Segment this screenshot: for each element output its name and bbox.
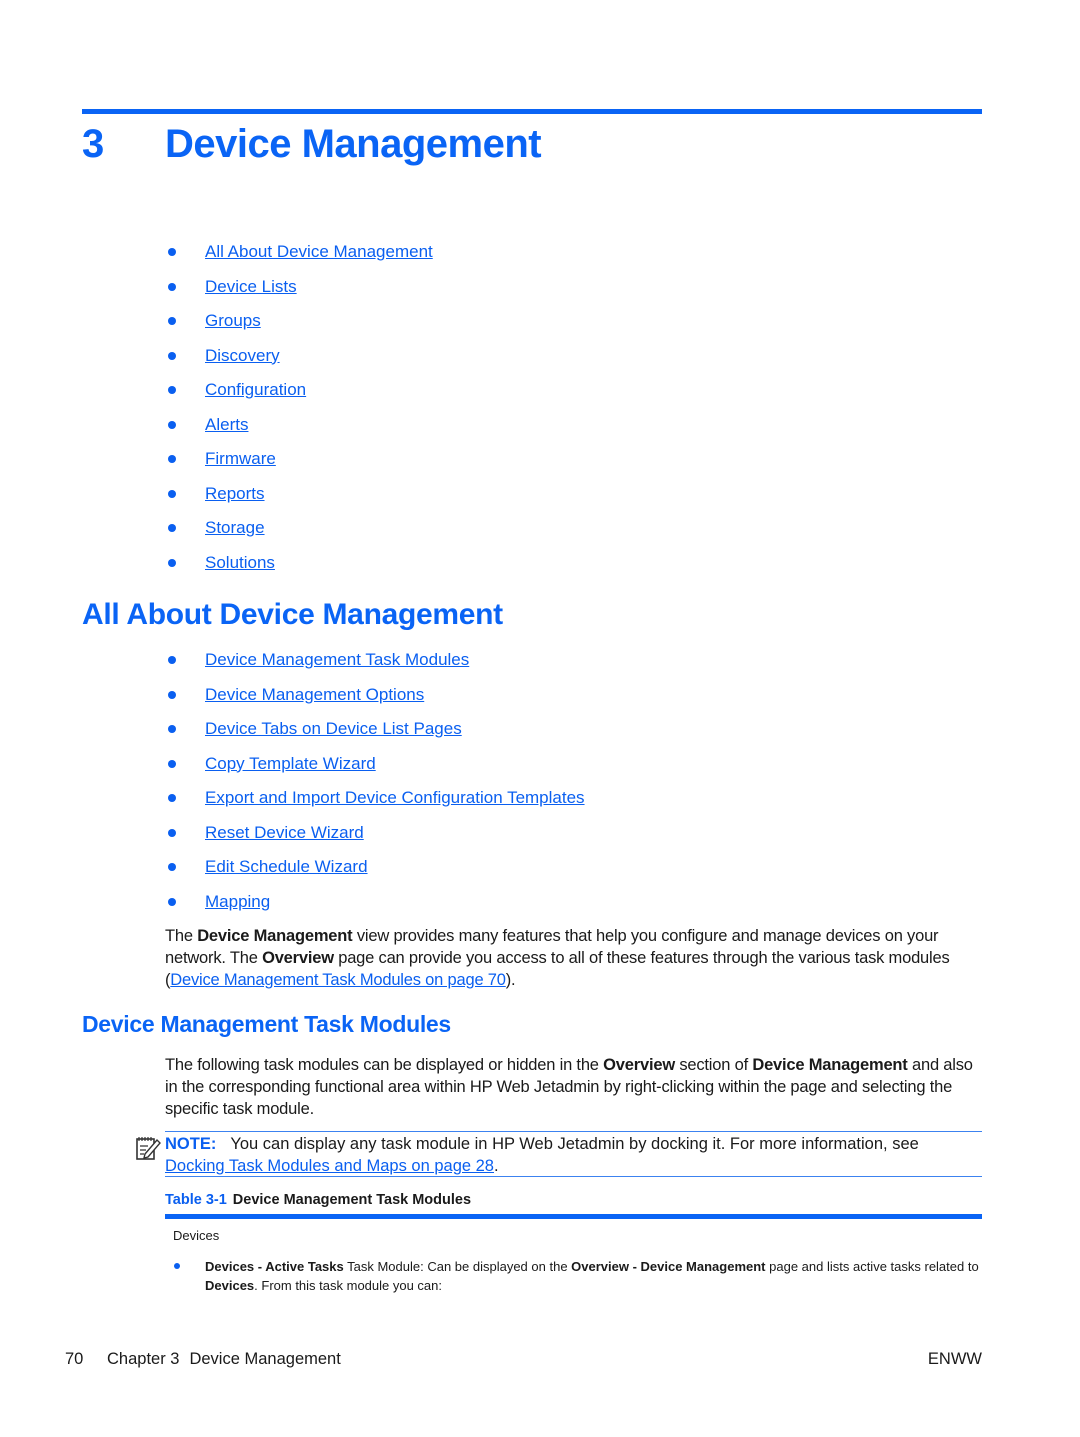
text: page and lists active tasks related to: [765, 1259, 979, 1274]
bullet-icon: [168, 282, 176, 291]
table-number: Table 3-1: [165, 1192, 227, 1208]
bold-term: Overview: [603, 1056, 675, 1074]
toc-item: Reports: [165, 484, 433, 519]
bold-term: Overview - Device Management: [571, 1259, 766, 1274]
table-header-rule: [165, 1214, 982, 1219]
bullet-icon: [168, 386, 176, 394]
bullet-icon: [168, 317, 176, 325]
toc-item: Configuration: [165, 380, 433, 415]
chapter-number: 3: [82, 122, 104, 166]
chapter-title: 3 Device Management: [82, 122, 542, 167]
table-caption: Table 3-1 Device Management Task Modules: [165, 1192, 471, 1208]
toc-link-firmware[interactable]: Firmware: [205, 449, 276, 468]
page-footer: 70 Chapter 3 Device Management ENWW: [65, 1350, 982, 1369]
text: The following task modules can be displa…: [165, 1056, 604, 1074]
section-link-item: Device Management Task Modules: [165, 650, 585, 685]
section-link-item: Export and Import Device Configuration T…: [165, 788, 585, 823]
toc-link-solutions[interactable]: Solutions: [205, 553, 275, 572]
section-heading-task-modules: Device Management Task Modules: [82, 1011, 451, 1037]
note-end: .: [494, 1157, 499, 1175]
chapter-toc-list: All About Device Management Device Lists…: [165, 242, 433, 587]
toc-link-storage[interactable]: Storage: [205, 518, 265, 537]
bold-term: Device Management: [752, 1056, 908, 1074]
section-link-item: Reset Device Wizard: [165, 823, 585, 858]
link-export-import-templates[interactable]: Export and Import Device Configuration T…: [205, 788, 585, 807]
toc-item: Groups: [165, 311, 433, 346]
text: . From this task module you can:: [254, 1278, 443, 1293]
chapter-title-text: Device Management: [165, 122, 542, 166]
footer-title: Device Management: [189, 1350, 341, 1368]
link-edit-schedule-wizard[interactable]: Edit Schedule Wizard: [205, 857, 368, 876]
bullet-icon: [168, 489, 176, 498]
toc-link-groups[interactable]: Groups: [205, 311, 261, 330]
bullet-icon: [168, 725, 176, 733]
toc-item: Discovery: [165, 346, 433, 381]
bullet-icon: [174, 1263, 180, 1269]
section-link-item: Edit Schedule Wizard: [165, 857, 585, 892]
bold-term: Device Management: [197, 927, 353, 945]
toc-item: Storage: [165, 518, 433, 553]
link-reset-device-wizard[interactable]: Reset Device Wizard: [205, 823, 364, 842]
toc-link-alerts[interactable]: Alerts: [205, 415, 248, 434]
bold-term: Devices - Active Tasks: [205, 1259, 344, 1274]
cross-ref-link-docking[interactable]: Docking Task Modules and Maps on page 28: [165, 1157, 494, 1175]
bullet-icon: [168, 420, 176, 429]
page-number: 70: [65, 1350, 84, 1368]
bold-term: Overview: [262, 949, 334, 967]
bold-term: Devices: [205, 1278, 255, 1293]
footer-locale: ENWW: [927, 1350, 982, 1368]
bullet-icon: [168, 897, 176, 906]
bullet-icon: [168, 690, 176, 699]
cross-ref-link-task-modules[interactable]: Device Management Task Modules on page 7…: [170, 971, 506, 989]
toc-link-discovery[interactable]: Discovery: [205, 346, 280, 365]
text: The: [165, 927, 198, 945]
toc-link-device-lists[interactable]: Device Lists: [205, 277, 297, 296]
link-mapping[interactable]: Mapping: [205, 892, 270, 911]
link-task-modules[interactable]: Device Management Task Modules: [205, 650, 469, 669]
link-copy-template-wizard[interactable]: Copy Template Wizard: [205, 754, 376, 773]
text: Task Module: Can be displayed on the: [343, 1259, 572, 1274]
bullet-icon: [168, 455, 176, 463]
toc-item: All About Device Management: [165, 242, 433, 277]
bullet-icon: [168, 524, 176, 532]
toc-link-configuration[interactable]: Configuration: [205, 380, 306, 399]
chapter-top-rule: [82, 109, 982, 114]
table-title: Device Management Task Modules: [232, 1192, 472, 1208]
section-link-item: Device Tabs on Device List Pages: [165, 719, 585, 754]
bullet-icon: [168, 248, 176, 256]
section-link-item: Copy Template Wizard: [165, 754, 585, 789]
intro-paragraph: The Device Management view provides many…: [165, 925, 980, 991]
section-link-item: Mapping: [165, 892, 585, 927]
bullet-icon: [168, 794, 176, 802]
bullet-icon: [168, 759, 176, 768]
toc-link-reports[interactable]: Reports: [205, 484, 265, 503]
bullet-icon: [168, 863, 176, 871]
bullet-icon: [168, 828, 176, 837]
link-device-tabs[interactable]: Device Tabs on Device List Pages: [205, 719, 462, 738]
note-pencil-icon: [136, 1137, 161, 1160]
link-management-options[interactable]: Device Management Options: [205, 685, 424, 704]
toc-link-all-about-device-management[interactable]: All About Device Management: [205, 242, 433, 261]
toc-item: Alerts: [165, 415, 433, 450]
bullet-icon: [168, 558, 176, 567]
footer-chapter: Chapter 3: [107, 1350, 180, 1368]
text: ).: [505, 971, 516, 989]
task-modules-paragraph: The following task modules can be displa…: [165, 1054, 980, 1120]
section-link-list: Device Management Task Modules Device Ma…: [165, 650, 585, 926]
note-label: NOTE:: [165, 1135, 217, 1153]
bullet-icon: [168, 351, 176, 360]
toc-item: Solutions: [165, 553, 433, 588]
toc-item: Firmware: [165, 449, 433, 484]
note-text: You can display any task module in HP We…: [230, 1135, 919, 1153]
section-link-item: Device Management Options: [165, 685, 585, 720]
table-column-header: Devices: [173, 1228, 220, 1243]
section-heading-all-about: All About Device Management: [82, 598, 503, 631]
note-box: NOTE: You can display any task module in …: [136, 1131, 982, 1177]
toc-item: Device Lists: [165, 277, 433, 312]
text: section of: [674, 1056, 753, 1074]
table-row: Devices - Active Tasks Task Module: Can …: [165, 1257, 982, 1295]
bullet-icon: [168, 656, 176, 664]
